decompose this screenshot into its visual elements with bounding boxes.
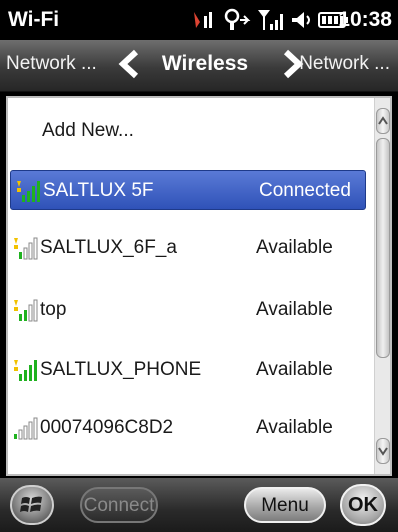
wifi-signal-full-icon bbox=[17, 181, 40, 202]
volume-icon bbox=[292, 12, 310, 28]
scrollbar[interactable] bbox=[374, 98, 390, 474]
network-list-panel: Add New... SALTLUX 5F Connected SALTLUX_… bbox=[6, 96, 392, 476]
scroll-up-button[interactable] bbox=[376, 108, 390, 134]
network-ssid: 00074096C8D2 bbox=[40, 417, 174, 438]
network-ssid: SALTLUX 5F bbox=[43, 180, 154, 201]
chevron-down-icon bbox=[378, 447, 388, 456]
scroll-thumb[interactable] bbox=[376, 138, 390, 358]
status-bar: Wi-Fi 10:38 bbox=[0, 0, 398, 40]
tab-wireless[interactable]: Wireless bbox=[150, 52, 260, 76]
network-ssid: SALTLUX_6F_a bbox=[40, 237, 177, 258]
start-button[interactable] bbox=[10, 485, 54, 525]
ok-button[interactable]: OK bbox=[340, 484, 386, 526]
app-title: Wi-Fi bbox=[8, 8, 60, 31]
network-state: Available bbox=[256, 359, 333, 380]
wifi-signal-low-icon bbox=[14, 237, 38, 260]
cell-signal-icon bbox=[258, 10, 283, 30]
connect-button[interactable]: Connect bbox=[80, 487, 158, 523]
network-list: Add New... SALTLUX 5F Connected SALTLUX_… bbox=[8, 98, 372, 474]
list-item[interactable]: 00074096C8D2 Available bbox=[8, 408, 370, 448]
tab-prev-network[interactable]: Network ... bbox=[6, 53, 97, 75]
scroll-down-button[interactable] bbox=[376, 438, 390, 464]
network-state: Connected bbox=[259, 180, 351, 201]
network-state: Available bbox=[256, 237, 333, 258]
list-item[interactable]: SALTLUX_PHONE Available bbox=[8, 350, 370, 390]
softkey-bar: Connect Menu OK bbox=[0, 478, 398, 532]
tab-header: Network ... Wireless Network ... bbox=[0, 40, 398, 92]
wifi-signal-low-icon bbox=[14, 299, 38, 322]
list-item[interactable]: SALTLUX 5F Connected bbox=[10, 170, 366, 210]
network-ssid: top bbox=[40, 299, 67, 320]
wifi-signal-medium-icon bbox=[14, 417, 38, 440]
add-new-item[interactable]: Add New... bbox=[42, 120, 134, 142]
network-state: Available bbox=[256, 299, 333, 320]
list-item[interactable]: SALTLUX_6F_a Available bbox=[8, 228, 370, 268]
network-state: Available bbox=[256, 417, 333, 438]
menu-button[interactable]: Menu bbox=[244, 487, 326, 523]
wifi-status-icon bbox=[224, 8, 251, 30]
clock: 10:38 bbox=[338, 8, 392, 31]
wifi-signal-full-icon bbox=[14, 360, 37, 381]
network-ssid: SALTLUX_PHONE bbox=[40, 359, 202, 380]
chevron-left-icon[interactable] bbox=[116, 49, 142, 79]
list-item[interactable]: top Available bbox=[8, 290, 370, 330]
tab-next-network[interactable]: Network ... bbox=[299, 53, 390, 75]
signal-boost-icon bbox=[194, 12, 212, 28]
chevron-up-icon bbox=[378, 116, 388, 125]
windows-logo-icon bbox=[20, 496, 42, 512]
